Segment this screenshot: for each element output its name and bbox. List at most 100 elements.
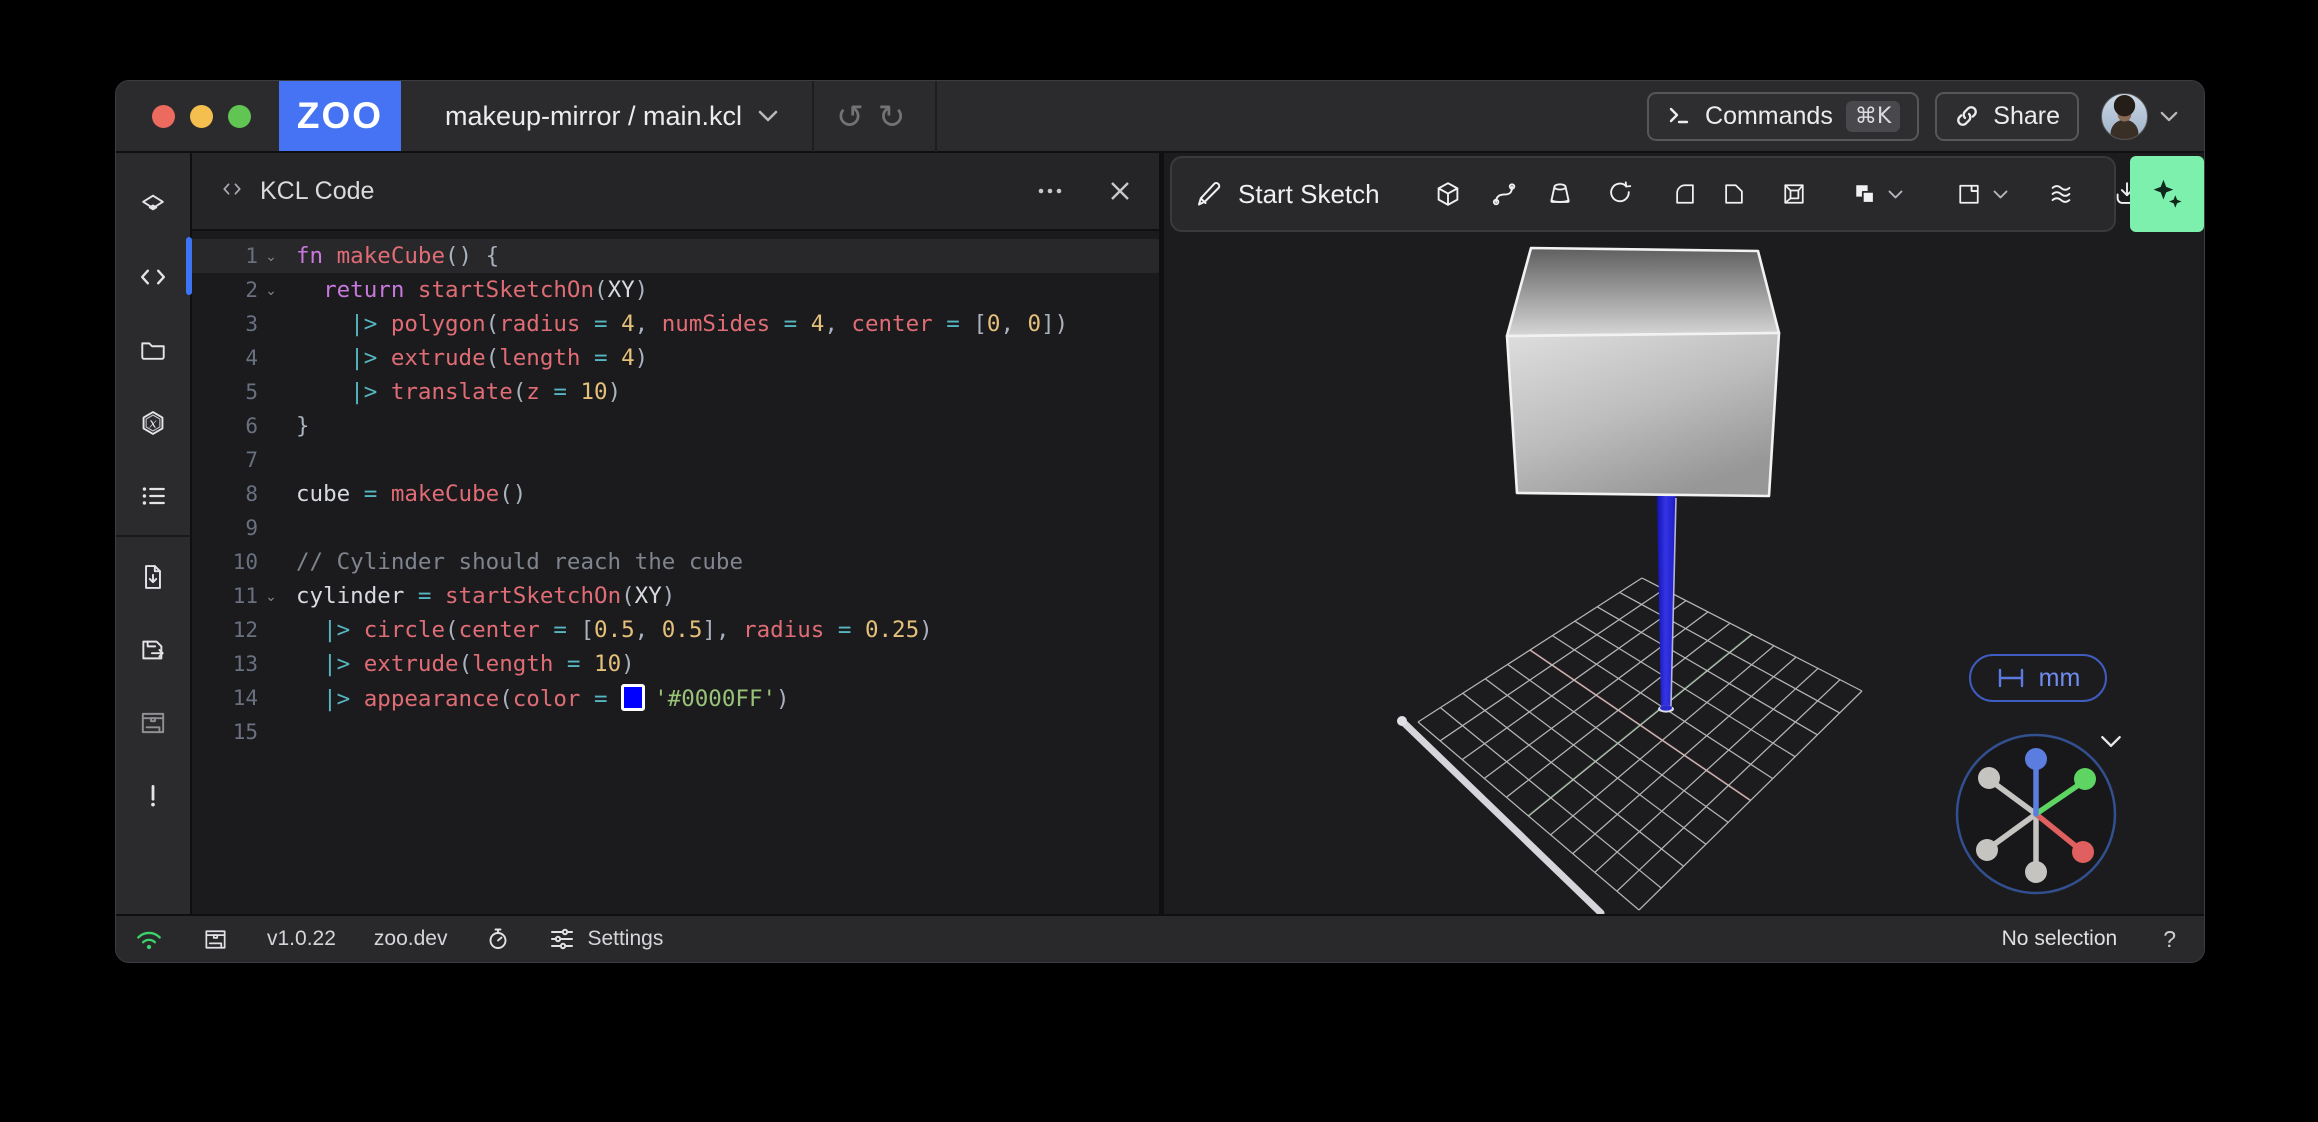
help-button[interactable]: ?: [2163, 926, 2176, 953]
app-version[interactable]: v1.0.22: [267, 927, 336, 951]
gizmo-pos-y: [2074, 768, 2096, 790]
sidebar-item-project-files[interactable]: [116, 313, 190, 386]
code-line[interactable]: 11⌄cylinder = startSketchOn(XY): [192, 579, 1159, 613]
share-button[interactable]: Share: [1935, 92, 2079, 141]
kcl-code-panel: KCL Code 1⌄fn makeCube() {2⌄ return star…: [192, 153, 1164, 914]
code-line[interactable]: 3 |> polygon(radius = 4, numSides = 4, c…: [192, 307, 1159, 341]
line-number: 12: [198, 618, 258, 642]
zoom-window-button[interactable]: [228, 105, 251, 128]
code-text: // Cylinder should reach the cube: [284, 549, 743, 575]
sweep-button[interactable]: [1483, 158, 1527, 230]
code-line[interactable]: 15: [192, 715, 1159, 749]
extrude-button[interactable]: [1426, 158, 1470, 230]
settings-label: Settings: [587, 927, 663, 951]
start-sketch-button[interactable]: [1186, 158, 1230, 230]
user-menu-chevron-icon[interactable]: [2160, 111, 2178, 122]
helix-button[interactable]: [2039, 158, 2083, 230]
code-text: |> circle(center = [0.5, 0.5], radius = …: [284, 617, 933, 643]
code-line[interactable]: 10// Cylinder should reach the cube: [192, 545, 1159, 579]
undo-icon[interactable]: ↺: [836, 100, 864, 133]
file-download-icon: [138, 562, 168, 592]
code-line[interactable]: 12 |> circle(center = [0.5, 0.5], radius…: [192, 613, 1159, 647]
sidebar-item-kcl-code[interactable]: [116, 240, 190, 313]
zoo-design-studio-window: ZOO makeup-mirror / main.kcl ↺ ↻ Command…: [115, 80, 2205, 963]
overflow-menu-icon[interactable]: [1037, 187, 1063, 195]
color-swatch[interactable]: [621, 684, 645, 711]
line-number: 4: [198, 346, 258, 370]
code-line[interactable]: 2⌄ return startSketchOn(XY): [192, 273, 1159, 307]
code-text: }: [284, 413, 310, 439]
fillet-button[interactable]: [1663, 158, 1707, 230]
units-menu[interactable]: mm: [1969, 654, 2107, 702]
commands-button[interactable]: Commands ⌘K: [1647, 92, 1919, 141]
sketch-plane-icon: [138, 189, 168, 219]
3d-viewport[interactable]: Start Sketch: [1164, 153, 2204, 914]
sidebar-item-export[interactable]: [116, 540, 190, 613]
chamfer-button[interactable]: [1712, 158, 1756, 230]
project-menu[interactable]: makeup-mirror / main.kcl: [445, 101, 778, 132]
code-line[interactable]: 6}: [192, 409, 1159, 443]
close-window-button[interactable]: [152, 105, 175, 128]
units-value: mm: [2039, 664, 2081, 693]
main-content: x: [116, 153, 2204, 916]
divider: [935, 80, 937, 152]
modeling-toolbar: Start Sketch: [1170, 156, 2116, 232]
code-line[interactable]: 13 |> extrude(length = 10): [192, 647, 1159, 681]
variables-hexagon-icon: x: [138, 408, 168, 438]
shell-button[interactable]: [1772, 158, 1816, 230]
exclamation-icon: [138, 781, 168, 811]
sidebar-item-command-log[interactable]: [116, 459, 190, 532]
fold-chevron-icon[interactable]: ⌄: [258, 248, 284, 265]
sidebar-item-variables[interactable]: x: [116, 386, 190, 459]
code-editor[interactable]: 1⌄fn makeCube() {2⌄ return startSketchOn…: [192, 231, 1159, 914]
line-number: 3: [198, 312, 258, 336]
code-line[interactable]: 1⌄fn makeCube() {: [192, 239, 1159, 273]
redo-icon[interactable]: ↻: [878, 100, 906, 133]
code-line[interactable]: 7: [192, 443, 1159, 477]
chevron-down-icon: [758, 110, 778, 122]
loft-button[interactable]: [1538, 158, 1582, 230]
sidebar-item-share-export[interactable]: [116, 613, 190, 686]
sidebar-item-feature-tree[interactable]: [116, 167, 190, 240]
plane-menu-chevron[interactable]: [1990, 158, 2010, 230]
code-line[interactable]: 14 |> appearance(color = '#0000FF'): [192, 681, 1159, 715]
code-icon: [137, 261, 169, 293]
code-line[interactable]: 8cube = makeCube(): [192, 477, 1159, 511]
minimize-window-button[interactable]: [190, 105, 213, 128]
network-status-button[interactable]: [134, 926, 164, 952]
line-number: 9: [198, 516, 258, 540]
fold-chevron-icon[interactable]: ⌄: [258, 282, 284, 299]
site-link[interactable]: zoo.dev: [374, 927, 448, 951]
fillet-icon: [1671, 180, 1699, 208]
sidebar-item-errors[interactable]: [116, 759, 190, 832]
user-avatar[interactable]: [2101, 93, 2148, 140]
timer-button[interactable]: [485, 926, 511, 952]
loft-icon: [1545, 179, 1575, 209]
plane-button[interactable]: [1947, 158, 1991, 230]
settings-button[interactable]: Settings: [549, 926, 663, 952]
pencil-icon: [1192, 178, 1224, 210]
text-to-cad-button[interactable]: [2130, 156, 2204, 232]
close-icon[interactable]: [1109, 180, 1131, 202]
fold-chevron-icon[interactable]: ⌄: [258, 588, 284, 605]
stopwatch-icon: [485, 926, 511, 952]
start-sketch-label[interactable]: Start Sketch: [1238, 158, 1380, 230]
desktop-background: ZOO makeup-mirror / main.kcl ↺ ↻ Command…: [0, 0, 2318, 1122]
boolean-icon: [1851, 180, 1879, 208]
print-status-button[interactable]: [202, 926, 229, 953]
zoo-logo[interactable]: ZOO: [279, 81, 401, 151]
code-line[interactable]: 9: [192, 511, 1159, 545]
boolean-menu-chevron[interactable]: [1885, 158, 1905, 230]
code-line[interactable]: 5 |> translate(z = 10): [192, 375, 1159, 409]
chamfer-icon: [1720, 180, 1748, 208]
code-line[interactable]: 4 |> extrude(length = 4): [192, 341, 1159, 375]
revolve-button[interactable]: [1597, 158, 1641, 230]
orientation-gizmo[interactable]: [1954, 732, 2118, 896]
sweep-icon: [1490, 179, 1520, 209]
boolean-button[interactable]: [1843, 158, 1887, 230]
default-plane-grid: [1418, 578, 1862, 910]
line-number: 1: [198, 244, 258, 268]
sidebar-item-print-3d[interactable]: [116, 686, 190, 759]
code-text: fn makeCube() {: [284, 243, 499, 269]
gizmo-pos-x: [2072, 841, 2094, 863]
